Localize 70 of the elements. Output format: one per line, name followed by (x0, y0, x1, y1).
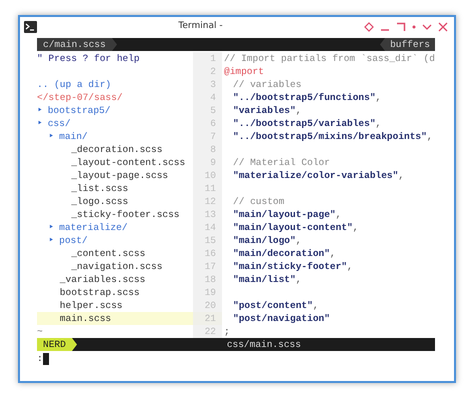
file-entry[interactable]: _logo.scss (71, 195, 128, 208)
folder-entry[interactable]: bootstrap5/ (48, 104, 110, 117)
code-string: "variables" (233, 104, 296, 117)
file-entry[interactable]: _decoration.scss (71, 143, 162, 156)
code-punctuation: , (398, 169, 404, 182)
code-string: "main/list" (233, 273, 296, 286)
up-dir-link[interactable]: .. (up a dir) (37, 78, 112, 91)
code-punctuation: , (376, 117, 382, 130)
code-string: "materialize/color-variables" (233, 169, 398, 182)
code-punctuation: , (336, 208, 342, 221)
expand-marker[interactable]: ‣ (48, 130, 54, 143)
code-string: "../bootstrap5/variables" (233, 117, 376, 130)
code-string: "../bootstrap5/mixins/breakpoints" (233, 130, 427, 143)
code-punctuation: , (376, 91, 382, 104)
maximize-icon[interactable] (396, 22, 406, 32)
file-entry[interactable]: _layout-page.scss (71, 169, 168, 182)
tilde-marker: ~ (37, 325, 43, 338)
window-title: Terminal - (178, 20, 223, 34)
cursor-icon (42, 352, 49, 364)
code-punctuation: , (426, 130, 433, 143)
code-comment: // Material Color (233, 156, 330, 169)
file-entry[interactable]: bootstrap.scss (60, 286, 140, 299)
code-punctuation: , (330, 247, 336, 260)
close-icon[interactable] (438, 22, 448, 32)
expand-marker[interactable]: ‣ (37, 117, 43, 130)
code-keyword: @import (224, 65, 264, 78)
terminal-icon (24, 21, 37, 33)
file-entry[interactable]: _sticky-footer.scss (71, 208, 180, 221)
code-string: "main/layout-page" (233, 208, 336, 221)
code-string: "../bootstrap5/functions" (233, 91, 376, 104)
code-punctuation: , (352, 221, 358, 234)
code-comment: // custom (233, 195, 284, 208)
code-comment: // Import partials from `sass_dir` (d (224, 52, 435, 65)
file-entry[interactable]: _content.scss (71, 247, 146, 260)
file-entry[interactable]: main.scss (60, 312, 112, 325)
code-string: "main/decoration" (233, 247, 330, 260)
code-punctuation: , (296, 273, 302, 286)
status-file-name: css/main.scss (226, 338, 301, 351)
separator-arrow-icon (380, 38, 386, 51)
expand-marker[interactable]: ‣ (37, 104, 43, 117)
root-path: </step-07/sass/ (37, 91, 123, 104)
code-string: "post/navigation" (233, 312, 330, 325)
folder-entry[interactable]: materialize/ (59, 221, 128, 234)
separator-arrow-icon (112, 38, 117, 51)
code-punctuation: , (296, 234, 302, 247)
code-string: "main/layout-content" (233, 221, 353, 234)
code-punctuation: ; (224, 325, 230, 338)
chevron-down-icon[interactable] (422, 23, 432, 31)
file-entry[interactable]: _list.scss (71, 182, 128, 195)
expand-marker[interactable]: ‣ (48, 221, 54, 234)
code-comment: // variables (233, 78, 302, 91)
code-punctuation: , (296, 104, 302, 117)
command-line[interactable]: : (37, 352, 43, 365)
folder-entry[interactable]: post/ (59, 234, 88, 247)
diamond-icon[interactable] (364, 22, 374, 32)
code-punctuation: , (347, 260, 353, 273)
code-punctuation: , (312, 299, 319, 312)
code-string: "main/sticky-footer" (233, 260, 348, 273)
folder-entry[interactable]: css/ (48, 117, 71, 130)
help-hint: " Press ? for help (37, 52, 140, 65)
separator-arrow-icon (72, 338, 77, 351)
file-entry[interactable]: helper.scss (60, 299, 123, 312)
folder-entry[interactable]: main/ (59, 130, 88, 143)
code-string: "main/logo" (233, 234, 296, 247)
file-entry[interactable]: _navigation.scss (71, 260, 162, 273)
expand-marker[interactable]: ‣ (48, 234, 54, 247)
file-entry[interactable]: _layout-content.scss (71, 156, 186, 169)
file-entry[interactable]: _variables.scss (60, 273, 146, 286)
dot-icon[interactable] (412, 25, 416, 29)
code-string: "post/content" (233, 299, 313, 312)
